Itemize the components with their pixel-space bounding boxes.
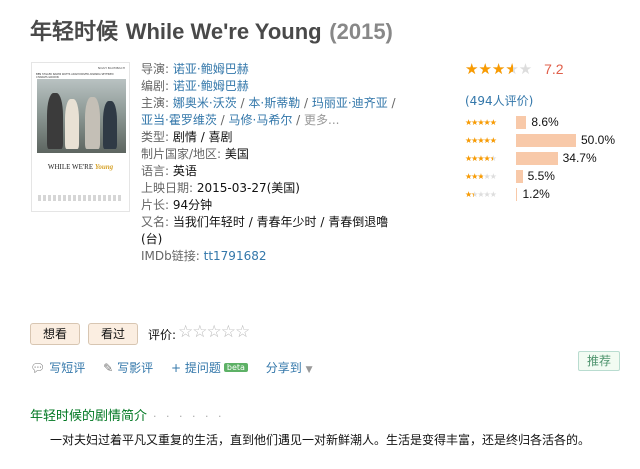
cast-row: 主演: 娜奥米·沃茨 / 本·斯蒂勒 / 玛丽亚·迪齐亚 / bbox=[141, 96, 396, 110]
release-row: 上映日期: 2015-03-27(美国) bbox=[141, 181, 300, 195]
country-row: 制片国家/地区: 美国 bbox=[141, 147, 249, 161]
rating-percentage: 50.0% bbox=[581, 133, 616, 147]
action-links: 💬︎ 写短评 ✎ 写影评 + 提问题 beta 分享到 ▼ bbox=[30, 359, 327, 376]
cast-link[interactable]: 娜奥米·沃茨 bbox=[173, 96, 237, 110]
write-short-review-link[interactable]: 💬︎ 写短评 bbox=[30, 361, 85, 375]
beta-badge: beta bbox=[223, 363, 248, 372]
caret-down-icon: ▼ bbox=[305, 365, 313, 375]
watched-button[interactable]: 看过 bbox=[88, 323, 138, 345]
movie-info: 导演: 诺亚·鲍姆巴赫 编剧: 诺亚·鲍姆巴赫 主演: 娜奥米·沃茨 / 本·斯… bbox=[141, 61, 401, 265]
cast-link[interactable]: 本·斯蒂勒 bbox=[248, 96, 300, 110]
genre-row: 类型: 剧情 / 喜剧 bbox=[141, 130, 233, 144]
rating-distribution-row: ★★★★★★★★★★ 1.2% bbox=[465, 185, 635, 203]
rating-stars-icon: ★★★★★★★★★★ bbox=[465, 60, 533, 78]
rating-distribution-row: ★★★★★ ★★★★★ 8.6% bbox=[465, 113, 635, 131]
cast-link[interactable]: 玛丽亚·迪齐亚 bbox=[312, 96, 388, 110]
cast-more-link[interactable]: 更多... bbox=[304, 113, 339, 127]
star-outline-icon[interactable]: ☆ bbox=[192, 322, 207, 342]
synopsis-text: 一对夫妇过着平凡又重复的生活，直到他们遇见一对新鲜潮人。生活是变得丰富，还是终归… bbox=[50, 433, 591, 447]
writer-link[interactable]: 诺亚·鲍姆巴赫 bbox=[173, 79, 249, 93]
language-row: 语言: 英语 bbox=[141, 164, 197, 178]
genre-value: 剧情 / 喜剧 bbox=[172, 130, 233, 144]
runtime-value: 94分钟 bbox=[172, 198, 213, 212]
want-to-watch-button[interactable]: 想看 bbox=[30, 323, 80, 345]
imdb-row: IMDb链接: tt1791682 bbox=[141, 249, 267, 263]
aka-row: 又名: 当我们年轻时 / 青春年少时 / 青春倒退噜(台) bbox=[141, 215, 389, 246]
recommend-button[interactable]: 推荐 bbox=[578, 351, 620, 371]
release-value: 2015-03-27(美国) bbox=[196, 181, 300, 195]
title-year: (2015) bbox=[329, 19, 393, 44]
rating-percentage: 8.6% bbox=[531, 115, 559, 129]
rating-summary: ★★★★★★★★★★ 7.2 bbox=[465, 60, 635, 78]
writer-row: 编剧: 诺亚·鲍姆巴赫 bbox=[141, 79, 249, 93]
language-value: 英语 bbox=[172, 164, 197, 178]
rating-distribution-row: ★★★★★ ★★★★★ 50.0% bbox=[465, 131, 635, 149]
pencil-icon: ✎ bbox=[103, 361, 114, 375]
director-row: 导演: 诺亚·鲍姆巴赫 bbox=[141, 62, 249, 76]
aka-value: 当我们年轻时 / 青春年少时 / 青春倒退噜(台) bbox=[141, 215, 389, 246]
star-outline-icon[interactable]: ☆ bbox=[235, 322, 250, 342]
user-rating-stars[interactable]: ☆☆☆☆☆ bbox=[178, 322, 250, 342]
star-outline-icon[interactable]: ☆ bbox=[207, 322, 222, 342]
rating-bar bbox=[516, 151, 558, 165]
rating-bar bbox=[516, 115, 527, 129]
country-value: 美国 bbox=[224, 147, 249, 161]
star-row-icon: ★★★★★★★★★★ bbox=[465, 171, 497, 181]
rating-bar bbox=[516, 133, 576, 147]
rating-percentage: 1.2% bbox=[522, 187, 550, 201]
movie-poster[interactable]: NOAH BAUMBACH BEN STILLER NAOMI WATTS AD… bbox=[31, 62, 130, 212]
poster-billing-block bbox=[38, 195, 123, 201]
runtime-row: 片长: 94分钟 bbox=[141, 198, 213, 212]
cast-row-continued: 亚当·霍罗维茨 / 马修·马希尔 / 更多... bbox=[141, 113, 340, 127]
rating-distribution: ★★★★★★★★★★ 8.6% ★★★★★★★★★★ 50.0% ★★★★★★★★★★ 3… bbox=[465, 113, 635, 203]
star-row-icon: ★★★★★★★★★★ bbox=[465, 117, 497, 127]
rating-percentage: 5.5% bbox=[527, 169, 555, 183]
title-chinese: 年轻时候 bbox=[30, 20, 119, 45]
speech-bubble-icon: 💬︎ bbox=[30, 361, 46, 375]
ask-question-link[interactable]: + 提问题 beta bbox=[171, 361, 248, 375]
cast-link[interactable]: 亚当·霍罗维茨 bbox=[141, 113, 217, 127]
star-outline-icon[interactable]: ☆ bbox=[178, 322, 193, 342]
poster-photo bbox=[37, 79, 126, 153]
rating-bar bbox=[516, 169, 523, 183]
share-dropdown[interactable]: 分享到 ▼ bbox=[266, 361, 313, 375]
star-row-icon: ★★★★★★★★★★ bbox=[465, 189, 497, 199]
star-row-icon: ★★★★★★★★★★ bbox=[465, 135, 497, 145]
rating-bar bbox=[516, 187, 518, 201]
rating-score: 7.2 bbox=[544, 61, 564, 77]
rating-distribution-row: ★★★★★★★★★★ 5.5% bbox=[465, 167, 635, 185]
poster-title: WHILE WE'RE Young bbox=[47, 163, 114, 171]
imdb-link[interactable]: tt1791682 bbox=[204, 249, 267, 263]
director-link[interactable]: 诺亚·鲍姆巴赫 bbox=[173, 62, 249, 76]
title-english: While We're Young bbox=[125, 19, 322, 44]
cast-link[interactable]: 马修·马希尔 bbox=[229, 113, 293, 127]
write-review-link[interactable]: ✎ 写影评 bbox=[103, 361, 153, 375]
rating-distribution-row: ★★★★★★★★★★ 34.7% bbox=[465, 149, 635, 167]
rate-label: 评价: bbox=[148, 328, 177, 342]
page-title: 年轻时候 While We're Young (2015) bbox=[30, 14, 393, 46]
synopsis-heading: 年轻时候的剧情简介 · · · · · · bbox=[30, 409, 225, 424]
star-outline-icon[interactable]: ☆ bbox=[221, 322, 236, 342]
star-row-icon: ★★★★★★★★★★ bbox=[465, 153, 497, 163]
rating-panel: ★★★★★★★★★★ 7.2 (494人评价) ★★★★★★★★★★8.6%★★… bbox=[465, 60, 635, 203]
rating-votes-link[interactable]: (494人评价) bbox=[465, 92, 635, 109]
rating-percentage: 34.7% bbox=[562, 151, 597, 165]
poster-credit: NOAH BAUMBACH bbox=[97, 66, 125, 70]
